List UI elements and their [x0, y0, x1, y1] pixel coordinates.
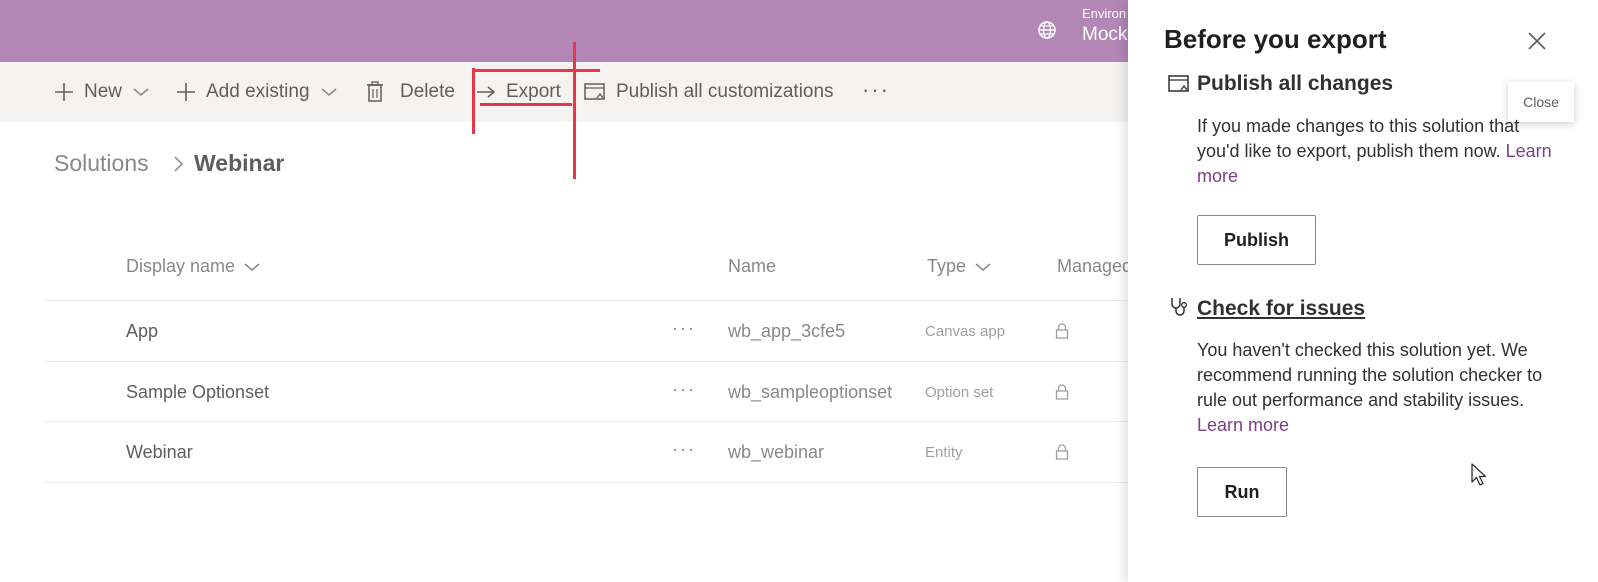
chevron-down-icon[interactable]	[320, 86, 338, 98]
globe-icon[interactable]	[1036, 19, 1058, 41]
annotation-vertical-left	[472, 68, 475, 134]
delete-button[interactable]: Delete	[366, 76, 455, 108]
export-label: Export	[506, 81, 561, 102]
row-more-button[interactable]: ···	[672, 379, 696, 400]
publish-icon	[1168, 75, 1189, 92]
new-label: New	[84, 81, 123, 102]
mouse-cursor-icon	[1471, 463, 1487, 486]
column-header-name-label: Name	[728, 256, 777, 276]
trash-icon	[367, 81, 383, 102]
annotation-vertical-long	[573, 42, 576, 179]
row-divider	[44, 361, 1130, 362]
check-issues-link[interactable]: Check for issues	[1197, 297, 1365, 321]
row-name: wb_app_3cfe5	[728, 321, 846, 341]
row-more-button[interactable]: ···	[672, 318, 696, 339]
publish-all-button[interactable]: Publish all customizations	[584, 76, 834, 108]
run-button[interactable]: Run	[1197, 467, 1287, 517]
publish-section-text: If you made changes to this solution tha…	[1197, 114, 1565, 189]
annotation-horizontal-top	[472, 69, 600, 72]
row-more-button[interactable]: ···	[672, 439, 696, 460]
check-section-text: You haven't checked this solution yet. W…	[1197, 338, 1565, 438]
column-header-type-label: Type	[927, 256, 967, 276]
check-section-description: You haven't checked this solution yet. W…	[1197, 340, 1543, 410]
publish-button[interactable]: Publish	[1197, 215, 1316, 265]
annotation-underline	[480, 103, 572, 106]
publish-icon	[584, 83, 605, 100]
column-header-managed-label: Managed	[1057, 256, 1133, 276]
plus-icon	[177, 83, 195, 101]
delete-label: Delete	[400, 81, 455, 102]
stethoscope-icon	[1171, 298, 1187, 316]
lock-icon	[1055, 384, 1069, 400]
panel-title: Before you export	[1164, 24, 1387, 54]
row-name: wb_sampleoptionset	[728, 382, 893, 402]
chevron-down-icon[interactable]	[132, 86, 150, 98]
environment-label: Environ	[1082, 6, 1127, 21]
column-header-managed[interactable]: Managed	[1057, 256, 1132, 277]
row-display-name[interactable]: Sample Optionset	[126, 382, 269, 403]
row-divider	[44, 482, 1130, 483]
row-divider	[44, 421, 1130, 422]
chevron-right-icon	[174, 156, 184, 172]
column-header-type[interactable]: Type	[927, 256, 992, 277]
breadcrumb-solutions[interactable]: Solutions	[54, 150, 149, 177]
lock-icon	[1055, 444, 1069, 460]
row-type: Option set	[925, 384, 994, 401]
check-learn-more-link[interactable]: Learn more	[1197, 415, 1289, 435]
row-name: wb_webinar	[728, 442, 825, 462]
publish-section-description: If you made changes to this solution tha…	[1197, 116, 1520, 161]
publish-all-label: Publish all customizations	[616, 81, 834, 102]
row-type: Canvas app	[925, 323, 1006, 340]
add-existing-label: Add existing	[206, 81, 310, 102]
new-button[interactable]: New	[54, 76, 150, 108]
column-header-display-name[interactable]: Display name	[126, 256, 261, 277]
publish-section-title: Publish all changes	[1197, 72, 1394, 95]
breadcrumb-current: Webinar	[194, 150, 285, 176]
more-commands-button[interactable]: ···	[862, 76, 890, 108]
column-header-display-name-label: Display name	[126, 256, 236, 276]
arrow-right-icon	[477, 86, 496, 98]
lock-icon	[1055, 323, 1069, 339]
add-existing-button[interactable]: Add existing	[176, 76, 338, 108]
row-type: Entity	[925, 444, 963, 461]
row-display-name[interactable]: App	[126, 321, 158, 342]
chevron-down-icon	[244, 262, 260, 271]
close-icon[interactable]	[1526, 30, 1548, 52]
chevron-down-icon	[975, 262, 991, 271]
row-divider	[44, 300, 1130, 301]
export-panel: Before you export Close Publish all chan…	[1128, 0, 1598, 582]
column-header-name[interactable]: Name	[728, 256, 776, 277]
plus-icon	[55, 83, 73, 101]
row-display-name[interactable]: Webinar	[126, 442, 193, 463]
